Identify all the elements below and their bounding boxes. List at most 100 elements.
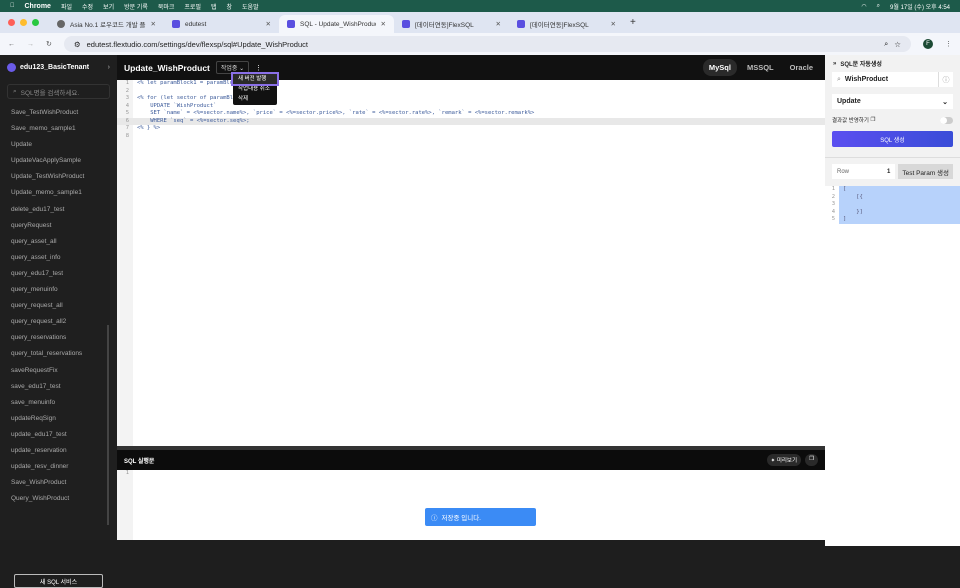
favicon-icon — [402, 20, 410, 28]
tab-mssql[interactable]: MSSQL — [741, 59, 780, 76]
test-param-button[interactable]: Test Param 생성 — [898, 164, 953, 179]
tab-mysql[interactable]: MySql — [702, 59, 737, 76]
maximize-window-button[interactable] — [32, 19, 39, 26]
sidebar-item[interactable]: query_edu17_test — [11, 266, 117, 282]
copy-button[interactable]: ❐ — [805, 454, 818, 466]
close-tab-icon[interactable]: ✕ — [496, 20, 501, 28]
sidebar-item[interactable]: Update_memo_sample1 — [11, 185, 117, 201]
sql-code-editor[interactable]: 1 <% let paramBlock1 = paramBlo 2 3 <% for (… — [117, 80, 825, 446]
close-tab-icon[interactable]: ✕ — [381, 20, 386, 28]
sidebar-item[interactable]: updateReqSign — [11, 411, 117, 427]
tenant-switcher[interactable]: edu123_BasicTenant › — [0, 55, 117, 79]
menu-file[interactable]: 파일 — [61, 2, 72, 11]
browser-tab[interactable]: edutest ✕ — [164, 15, 279, 33]
sidebar-item[interactable]: query_request_all — [11, 298, 117, 314]
menu-window[interactable]: 창 — [227, 2, 233, 11]
sidebar-item[interactable]: queryRequest — [11, 218, 117, 234]
close-tab-icon[interactable]: ✕ — [611, 20, 616, 28]
generate-sql-button[interactable]: SQL 생성 — [832, 131, 953, 147]
more-options-icon[interactable]: ⋮ — [255, 64, 262, 72]
favicon-icon — [172, 20, 180, 28]
sql-execution-output[interactable]: 1 — [117, 470, 825, 540]
apple-icon[interactable]:  — [10, 3, 15, 9]
sidebar-item[interactable]: saveRequestFix — [11, 363, 117, 379]
url-field[interactable]: ⚙ edutest.flextudio.com/settings/dev/flex… — [63, 36, 911, 52]
sidebar-item[interactable]: query_asset_all — [11, 234, 117, 250]
sidebar-item[interactable]: update_resv_dinner — [11, 459, 117, 475]
sparkle-icon: ✦ — [770, 458, 776, 464]
menu-item-cancel-work[interactable]: 작업내용 취소 — [233, 84, 277, 94]
info-icon[interactable]: ⓘ — [938, 72, 953, 87]
menu-bookmarks[interactable]: 북마크 — [158, 2, 175, 11]
search-icon[interactable]: ⌕ — [877, 3, 880, 10]
sidebar-item[interactable]: Save_memo_sample1 — [11, 121, 117, 137]
close-tab-icon[interactable]: ✕ — [266, 20, 271, 28]
profile-avatar[interactable]: F — [923, 39, 933, 49]
sidebar-item[interactable]: update_edu17_test — [11, 427, 117, 443]
sidebar-item[interactable]: query_total_reservations — [11, 346, 117, 362]
more-menu-icon[interactable]: ⋮ — [945, 40, 952, 48]
sidebar-item[interactable]: Update_TestWishProduct — [11, 169, 117, 185]
new-sql-service-button[interactable]: 새 SQL 서비스 — [14, 574, 103, 588]
clock[interactable]: 9월 17일 (수) 오후 4:54 — [890, 2, 950, 11]
minimize-window-button[interactable] — [20, 19, 27, 26]
sidebar-item[interactable]: Save_WishProduct — [11, 475, 117, 491]
menu-history[interactable]: 방문 기록 — [124, 2, 148, 11]
preview-button[interactable]: ✦ 미리보기 — [766, 454, 802, 466]
table-search-input[interactable]: ⌕ WishProduct ⓘ — [832, 72, 953, 87]
browser-tab[interactable]: [데이터연동]FlexSQL ✕ — [394, 15, 509, 33]
code-line: 4 }] — [825, 208, 960, 216]
sidebar-scrollbar[interactable] — [107, 325, 109, 525]
collapse-panel-icon[interactable]: » — [833, 61, 836, 67]
sidebar-item[interactable]: save_edu17_test — [11, 379, 117, 395]
chevron-down-icon: ⌄ — [942, 98, 948, 106]
sidebar-item[interactable]: update_reservation — [11, 443, 117, 459]
sql-search-input[interactable]: ⌕ SQL명을 검색하세요. — [7, 84, 110, 99]
menu-edit[interactable]: 수정 — [82, 2, 93, 11]
back-icon[interactable]: ← — [8, 41, 15, 48]
code-text: <% } %> — [137, 125, 161, 131]
browser-tab[interactable]: Asia No.1 로우코드 개발 플랫폼 |✕ — [49, 15, 164, 33]
sidebar-item[interactable]: query_menuinfo — [11, 282, 117, 298]
menu-item-delete[interactable]: 삭제 — [233, 94, 277, 104]
reload-icon[interactable]: ↻ — [46, 40, 52, 48]
menu-view[interactable]: 보기 — [103, 2, 114, 11]
sidebar-item[interactable]: Save_TestWishProduct — [11, 105, 117, 121]
menu-item-publish-version[interactable]: 새 버전 발행 — [231, 72, 279, 86]
menu-help[interactable]: 도움말 — [242, 2, 259, 11]
tab-oracle[interactable]: Oracle — [784, 59, 819, 76]
line-number: 2 — [831, 193, 835, 200]
code-text: [ — [839, 186, 960, 194]
code-line: 6 WHERE `seq` = <%=sector.seq%>; — [117, 117, 825, 125]
sidebar-item[interactable]: query_reservations — [11, 330, 117, 346]
app-menu[interactable]: Chrome — [25, 3, 51, 10]
apply-result-toggle[interactable] — [940, 116, 953, 124]
sidebar-item[interactable]: UpdateVacApplySample — [11, 153, 117, 169]
menu-tab[interactable]: 탭 — [211, 2, 217, 11]
close-tab-icon[interactable]: ✕ — [151, 20, 156, 28]
bookmark-star-icon[interactable]: ☆ — [894, 40, 901, 49]
sidebar-item[interactable]: Update — [11, 137, 117, 153]
forward-icon[interactable]: → — [27, 41, 34, 48]
sidebar-item[interactable]: save_menuinfo — [11, 395, 117, 411]
site-settings-icon[interactable]: ⚙ — [74, 40, 81, 49]
sidebar-item[interactable]: Query_WishProduct — [11, 491, 117, 507]
copy-icon: ❐ — [870, 117, 876, 123]
browser-tab-active[interactable]: SQL - Update_WishProduct ✕ — [279, 15, 394, 33]
test-param-editor[interactable]: 1[2 [{3 4 }] 5] — [825, 186, 960, 546]
new-tab-button[interactable]: + — [624, 17, 642, 28]
saving-toast: ⓘ 저장중 입니다. — [425, 508, 536, 526]
sidebar-item[interactable]: query_asset_info — [11, 250, 117, 266]
row-count-input[interactable]: Row 1 — [832, 164, 896, 179]
sidebar-item[interactable]: query_request_all2 — [11, 314, 117, 330]
code-line: 4 UPDATE `WishProduct` — [117, 103, 825, 111]
query-type-select[interactable]: Update ⌄ — [832, 94, 953, 109]
menu-profile[interactable]: 프로필 — [184, 2, 201, 11]
close-window-button[interactable] — [8, 19, 15, 26]
browser-tab[interactable]: [데이터연동]FlexSQL ✕ — [509, 15, 624, 33]
chevron-right-icon[interactable]: › — [108, 64, 110, 71]
wifi-icon[interactable]: ◠ — [861, 3, 866, 10]
sidebar-item[interactable]: delete_edu17_test — [11, 202, 117, 218]
zoom-icon[interactable]: ⌕ — [884, 39, 888, 49]
